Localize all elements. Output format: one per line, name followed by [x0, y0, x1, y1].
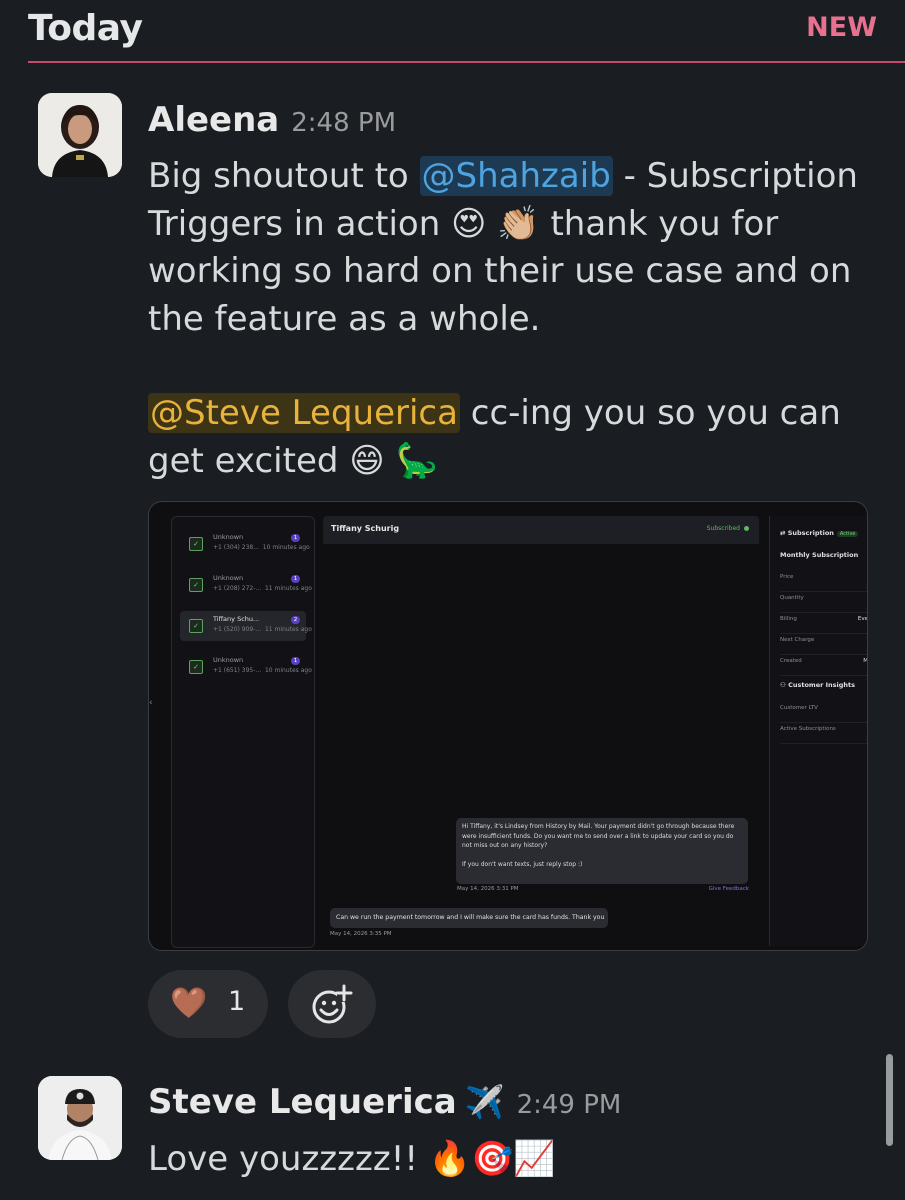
panel-row: Price — [780, 570, 867, 592]
day-title: Today — [28, 8, 143, 49]
mention-shahzaib[interactable]: @Shahzaib — [419, 156, 613, 196]
conversation-item: ✓ Unknown +1 (651) 395-... 10 minutes ag… — [180, 652, 312, 682]
emoji-clapping: 👏🏼 — [497, 203, 540, 244]
collapse-icon: ‹ — [149, 698, 153, 708]
message-header: Aleena 2:48 PM — [148, 100, 396, 140]
emoji-grin: 😄 — [349, 440, 385, 481]
sender-name[interactable]: Steve Lequerica — [148, 1082, 457, 1122]
unread-badge: 1 — [291, 657, 300, 665]
emoji-heart-eyes: 😍 — [451, 203, 487, 244]
customer-insights-title: ⚇ Customer Insights — [780, 681, 855, 689]
conversation-item-selected: ✓ Tiffany Schu... +1 (520) 909-... 11 mi… — [180, 611, 312, 641]
unread-badge: 1 — [291, 534, 300, 542]
conversation-thread: Tiffany Schurig Subscribed Hi Tiffany, i… — [323, 516, 759, 946]
reaction-count: 1 — [228, 986, 246, 1017]
thread-header: Tiffany Schurig Subscribed — [323, 516, 759, 544]
check-icon: ✓ — [189, 578, 203, 592]
mention-steve-lequerica[interactable]: @Steve Lequerica — [148, 393, 460, 433]
subscription-name: Monthly Subscription — [780, 551, 859, 559]
message-timestamp[interactable]: 2:49 PM — [517, 1090, 622, 1120]
add-reaction-icon — [312, 984, 353, 1024]
outgoing-message: Hi Tiffany, it's Lindsey from History by… — [456, 818, 748, 884]
check-icon: ✓ — [189, 660, 203, 674]
panel-row: Created M — [780, 654, 867, 676]
outgoing-message-text: Hi Tiffany, it's Lindsey from History by… — [462, 823, 735, 849]
image-attachment[interactable]: ‹ ✓ Unknown +1 (304) 238... 10 minutes a… — [148, 501, 868, 951]
outgoing-timestamp: May 14, 2026 3:31 PM — [457, 886, 519, 892]
add-reaction-button[interactable] — [288, 970, 376, 1038]
avatar-aleena[interactable] — [38, 93, 122, 177]
message-header: Steve Lequerica ✈️ 2:49 PM — [148, 1082, 621, 1122]
scrollbar[interactable] — [886, 1054, 893, 1146]
new-messages-label[interactable]: NEW — [806, 12, 877, 43]
message-body: Love youzzzzz!! 🔥🎯📈 — [148, 1139, 556, 1179]
conversation-item: ✓ Unknown +1 (208) 272-... 11 minutes ag… — [180, 570, 312, 600]
new-messages-line — [28, 61, 905, 63]
conversation-list: ✓ Unknown +1 (304) 238... 10 minutes ago… — [171, 516, 315, 948]
sender-name[interactable]: Aleena — [148, 100, 279, 140]
panel-row: Next Charge — [780, 633, 867, 655]
conversation-meta: +1 (520) 909-... 11 minutes ago — [213, 626, 312, 633]
message-text: Big shoutout to — [148, 156, 420, 196]
message-body-second-paragraph: @Steve Lequerica cc-ing you so you can g… — [148, 390, 883, 485]
person-icon: ⚇ — [780, 681, 786, 689]
incoming-message: Can we run the payment tomorrow and I wi… — [330, 908, 608, 928]
subscription-panel: ⇄ Subscription Active Monthly Subscriptio… — [769, 516, 867, 946]
outgoing-message-footer: If you don't want texts, just reply stop… — [462, 860, 583, 868]
reaction-brown-heart[interactable]: 🤎 1 — [148, 970, 268, 1038]
conversation-name: Unknown — [213, 533, 244, 541]
conversation-meta: +1 (304) 238... 10 minutes ago — [213, 544, 310, 551]
conversation-meta: +1 (208) 272-... 11 minutes ago — [213, 585, 312, 592]
panel-row: Quantity — [780, 591, 867, 613]
check-icon: ✓ — [189, 537, 203, 551]
unread-badge: 2 — [291, 616, 300, 624]
contact-name: Tiffany Schurig — [331, 524, 400, 533]
incoming-timestamp: May 14, 2026 3:35 PM — [330, 931, 392, 937]
give-feedback-link: Give Feedback — [708, 886, 749, 892]
conversation-name: Unknown — [213, 656, 244, 664]
subscription-title: ⇄ Subscription Active — [780, 529, 859, 537]
check-icon: ✓ — [189, 619, 203, 633]
emoji-dinosaur: 🦕 — [395, 440, 438, 481]
conversation-item: ✓ Unknown +1 (304) 238... 10 minutes ago… — [180, 529, 310, 559]
subscription-icon: ⇄ — [780, 529, 786, 537]
airplane-status-icon: ✈️ — [464, 1083, 505, 1121]
message-body: Big shoutout to @Shahzaib - Subscription… — [148, 153, 883, 343]
status-dot-icon — [744, 526, 749, 531]
conversation-meta: +1 (651) 395-... 10 minutes ago — [213, 667, 312, 674]
unread-badge: 1 — [291, 575, 300, 583]
conversation-name: Unknown — [213, 574, 244, 582]
panel-row: Active Subscriptions — [780, 722, 867, 744]
day-divider: Today NEW — [0, 0, 905, 63]
conversation-name: Tiffany Schu... — [213, 615, 260, 623]
panel-row: Customer LTV — [780, 701, 867, 723]
subscription-status: Subscribed — [707, 525, 749, 532]
message-timestamp[interactable]: 2:48 PM — [291, 108, 396, 138]
brown-heart-icon: 🤎 — [170, 986, 208, 1021]
avatar-steve-lequerica[interactable] — [38, 1076, 122, 1160]
panel-row: Billing Eve — [780, 612, 867, 634]
active-badge: Active — [836, 531, 859, 537]
